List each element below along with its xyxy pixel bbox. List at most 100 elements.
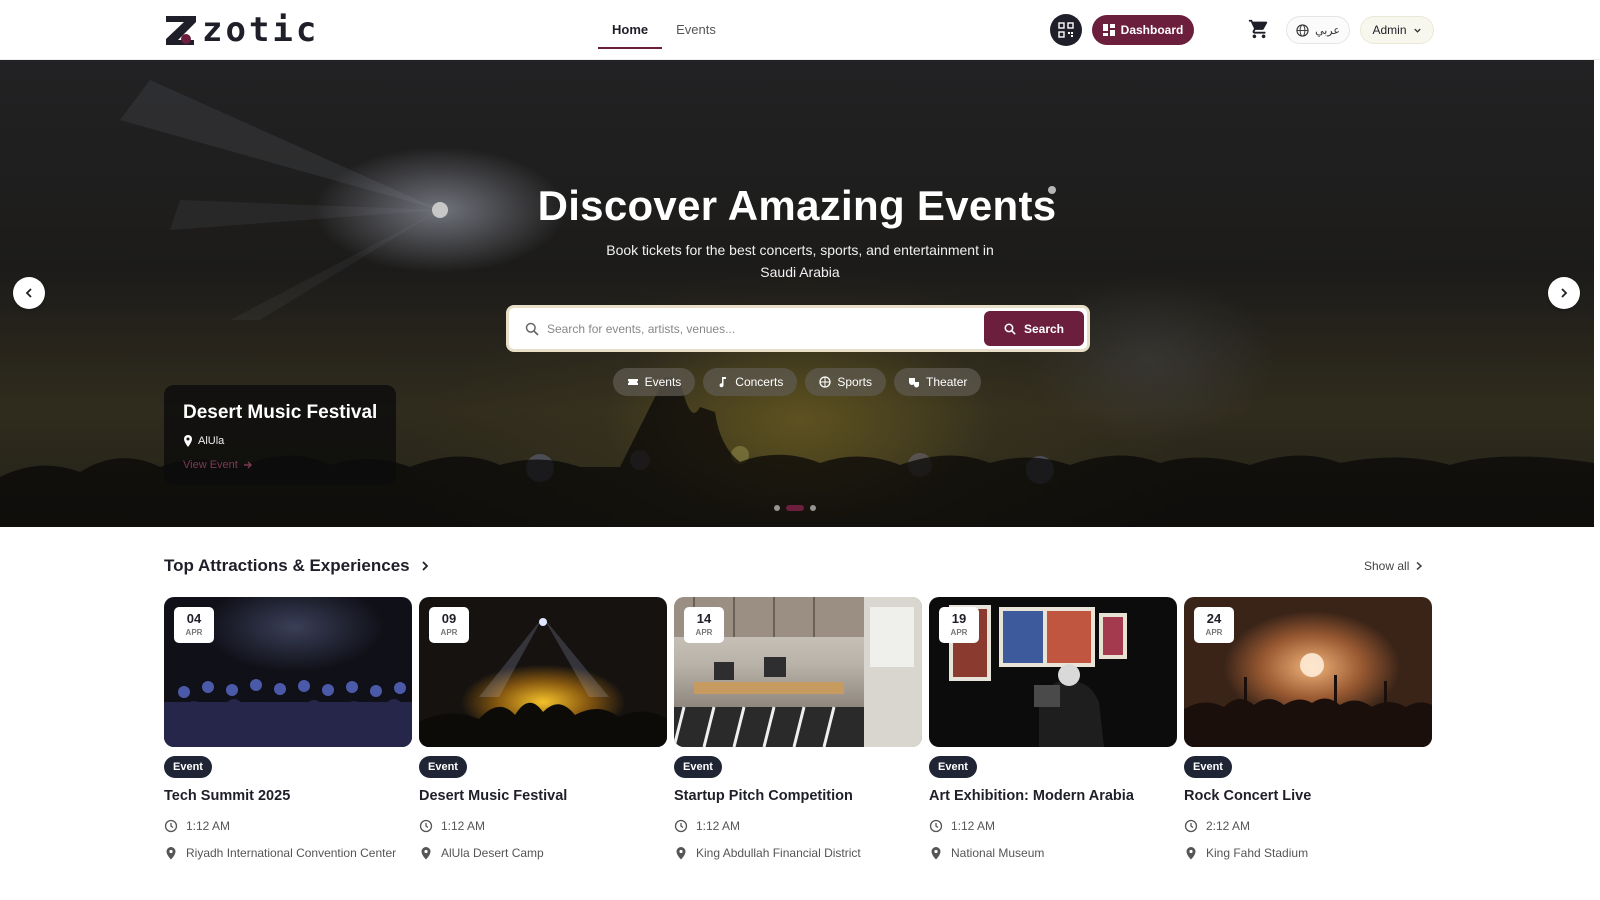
event-date: 19 APR (939, 607, 979, 643)
event-card[interactable]: 09 APR Event Desert Music Festival 1:12 … (419, 597, 667, 897)
category-chip-concerts[interactable]: Concerts (703, 368, 798, 396)
language-switch-button[interactable]: عربي (1286, 16, 1350, 44)
nav-events[interactable]: Events (662, 0, 730, 48)
event-image[interactable]: 09 APR (419, 597, 667, 747)
user-menu-button[interactable]: Admin (1360, 16, 1434, 44)
event-card[interactable]: 14 APR Event Startup Pitch Competition 1… (674, 597, 922, 897)
featured-event-card: Desert Music Festival AlUla View Event (164, 385, 396, 485)
event-venue-label: AlUla Desert Camp (441, 846, 544, 860)
language-label: عربي (1315, 24, 1340, 37)
event-title[interactable]: Art Exhibition: Modern Arabia (929, 788, 1134, 804)
event-venue: National Museum (929, 846, 1044, 860)
event-time: 1:12 AM (929, 819, 995, 833)
view-event-label: View Event (183, 459, 238, 471)
hero-title: Discover Amazing Events (537, 182, 1057, 229)
dashboard-button[interactable]: Dashboard (1092, 15, 1194, 45)
event-venue: Riyadh International Convention Center (164, 846, 396, 860)
section-title-text: Top Attractions & Experiences (164, 556, 410, 575)
event-venue: King Abdullah Financial District (674, 846, 861, 860)
event-title[interactable]: Tech Summit 2025 (164, 788, 290, 804)
category-chip-events[interactable]: Events (612, 368, 696, 396)
event-time: 1:12 AM (419, 819, 485, 833)
event-image[interactable]: 19 APR (929, 597, 1177, 747)
location-pin-icon (421, 847, 431, 860)
location-pin-icon (931, 847, 941, 860)
qr-scan-button[interactable] (1050, 14, 1082, 46)
event-title[interactable]: Startup Pitch Competition (674, 788, 853, 804)
event-date: 14 APR (684, 607, 724, 643)
event-venue-label: King Fahd Stadium (1206, 846, 1309, 860)
logo-mark-icon (166, 16, 196, 45)
arrow-right-icon (243, 461, 252, 469)
carousel-prev-button[interactable] (13, 277, 45, 309)
search-input[interactable] (547, 308, 967, 349)
event-time-label: 1:12 AM (696, 819, 741, 833)
event-day: 14 (696, 611, 712, 626)
event-type-badge: Event (1184, 756, 1232, 778)
event-day: 04 (186, 611, 202, 626)
featured-event-location: AlUla (183, 435, 224, 447)
event-image[interactable]: 04 APR (164, 597, 412, 747)
search-button[interactable]: Search (984, 311, 1084, 346)
event-month: APR (440, 628, 458, 637)
hero-search-bar: Search (506, 305, 1090, 352)
view-event-link[interactable]: View Event (183, 459, 253, 471)
event-type-badge: Event (674, 756, 722, 778)
event-time-label: 1:12 AM (951, 819, 996, 833)
show-all-link[interactable]: Show all (1364, 559, 1423, 573)
hero-subtitle: Book tickets for the best concerts, spor… (606, 242, 994, 280)
clock-icon (1184, 819, 1198, 833)
event-venue-label: Riyadh International Convention Center (186, 846, 397, 860)
clock-icon (164, 819, 178, 833)
section-title[interactable]: Top Attractions & Experiences (164, 556, 430, 576)
event-time: 1:12 AM (674, 819, 740, 833)
nav-home[interactable]: Home (598, 0, 663, 49)
carousel-dot-active[interactable] (786, 505, 804, 511)
page: zotic Home Events Dashboard عربي Admin D… (0, 0, 1600, 900)
event-image[interactable]: 14 APR (674, 597, 922, 747)
carousel-indicators (774, 505, 816, 511)
brand-name: zotic (202, 10, 320, 50)
chevron-right-icon (421, 561, 428, 571)
event-month: APR (950, 628, 968, 637)
event-card[interactable]: 19 APR Event Art Exhibition: Modern Arab… (929, 597, 1177, 897)
event-card[interactable]: 04 APR Event Tech Summit 2025 1:12 AM Ri… (164, 597, 412, 897)
carousel-dot[interactable] (774, 505, 780, 511)
category-chip-theater[interactable]: Theater (894, 368, 982, 396)
event-time: 2:12 AM (1184, 819, 1250, 833)
event-time-label: 2:12 AM (1206, 819, 1251, 833)
featured-location-label: AlUla (198, 435, 225, 447)
ball-icon (819, 376, 831, 388)
event-title[interactable]: Desert Music Festival (419, 788, 567, 804)
location-pin-icon (184, 435, 192, 447)
carousel-dot[interactable] (810, 505, 816, 511)
event-date: 09 APR (429, 607, 469, 643)
event-card[interactable]: 24 APR Event Rock Concert Live 2:12 AM K… (1184, 597, 1432, 897)
event-month: APR (1205, 628, 1223, 637)
search-icon (525, 322, 539, 336)
event-venue: King Fahd Stadium (1184, 846, 1308, 860)
event-day: 19 (951, 611, 967, 626)
event-type-badge: Event (419, 756, 467, 778)
main-nav: Home Events (598, 0, 730, 60)
event-venue-label: National Museum (951, 846, 1045, 860)
chevron-right-icon (1416, 561, 1423, 571)
user-label: Admin (1372, 23, 1407, 37)
top-header: zotic Home Events Dashboard عربي Admin (0, 0, 1600, 60)
event-time-label: 1:12 AM (441, 819, 486, 833)
event-day: 09 (441, 611, 457, 626)
brand-logo[interactable]: zotic (164, 12, 319, 48)
cart-icon[interactable] (1248, 18, 1270, 40)
show-all-label: Show all (1364, 559, 1410, 573)
event-venue: AlUla Desert Camp (419, 846, 544, 860)
ticket-icon (627, 379, 638, 385)
category-chip-label: Theater (926, 375, 968, 389)
event-image[interactable]: 24 APR (1184, 597, 1432, 747)
chevron-right-icon (1561, 288, 1568, 298)
carousel-next-button[interactable] (1548, 277, 1580, 309)
event-title[interactable]: Rock Concert Live (1184, 788, 1311, 804)
event-cards: 04 APR Event Tech Summit 2025 1:12 AM Ri… (164, 597, 1432, 897)
category-chip-label: Concerts (735, 375, 784, 389)
dashboard-label: Dashboard (1120, 23, 1184, 37)
category-chip-sports[interactable]: Sports (805, 368, 887, 396)
